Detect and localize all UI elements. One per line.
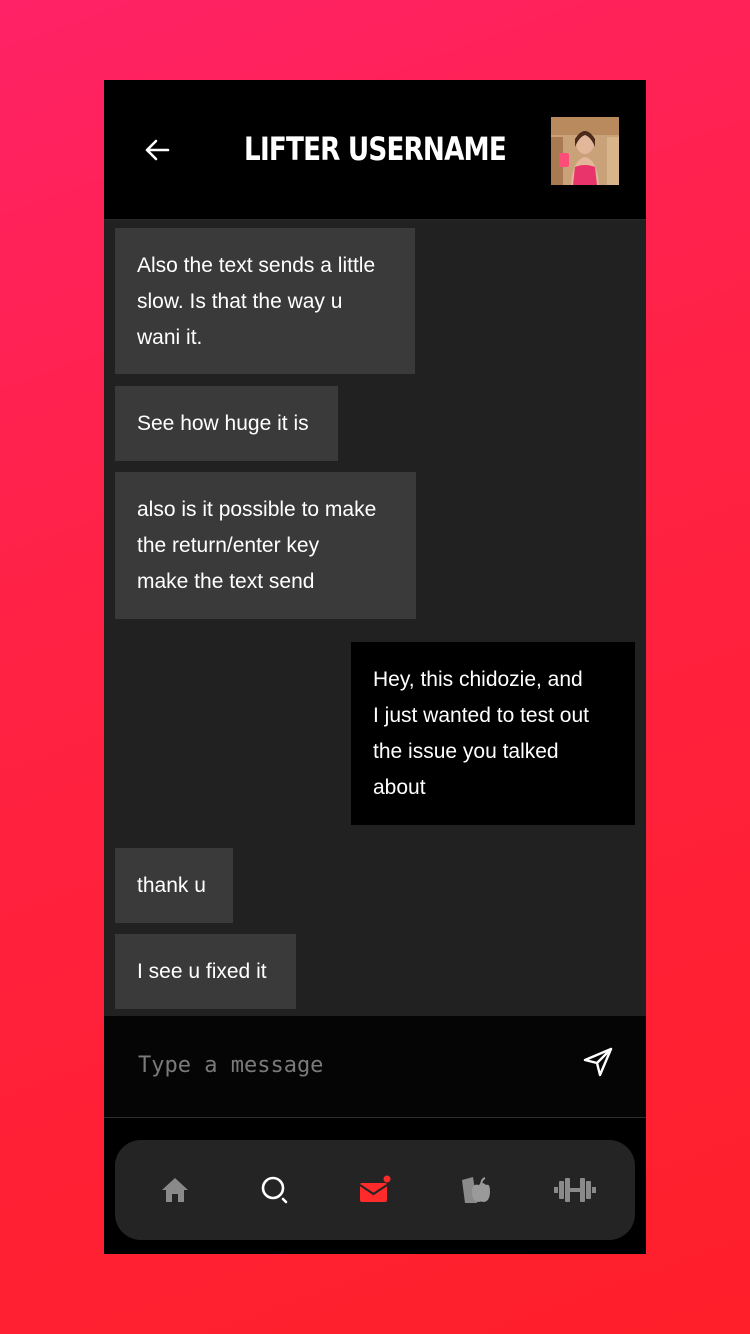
message-bubble-incoming: I see u fixed it bbox=[115, 934, 296, 1009]
message-bubble-incoming: thank u bbox=[115, 848, 233, 923]
message-input[interactable] bbox=[136, 1044, 560, 1086]
nav-item-home[interactable] bbox=[153, 1168, 197, 1212]
avatar-image bbox=[551, 117, 619, 185]
nav-item-workouts[interactable] bbox=[553, 1168, 597, 1212]
home-icon bbox=[162, 1178, 188, 1202]
message-list: Also the text sends a little slow. Is th… bbox=[104, 220, 646, 1016]
avatar[interactable] bbox=[551, 117, 619, 185]
message-bubble-incoming: See how huge it is bbox=[115, 386, 338, 461]
message-bubble-incoming: also is it possible to make the return/e… bbox=[115, 472, 416, 619]
nav-item-messages[interactable] bbox=[353, 1168, 397, 1212]
message-bubble-outgoing: Hey, this chidozie, and I just wanted to… bbox=[351, 642, 635, 825]
apple-icon bbox=[462, 1177, 490, 1203]
nav-item-search[interactable] bbox=[253, 1168, 297, 1212]
send-icon bbox=[583, 1047, 613, 1077]
send-button[interactable] bbox=[578, 1042, 618, 1082]
nav-item-nutrition[interactable] bbox=[453, 1168, 497, 1212]
page-title: LIFTER USERNAME bbox=[244, 130, 507, 168]
mail-icon bbox=[359, 1175, 391, 1202]
search-icon bbox=[261, 1176, 288, 1204]
chat-header: LIFTER USERNAME bbox=[104, 80, 646, 220]
unread-badge bbox=[383, 1175, 391, 1183]
message-bubble-incoming: Also the text sends a little slow. Is th… bbox=[115, 228, 415, 374]
dumbbell-icon bbox=[554, 1178, 596, 1202]
bottom-nav-bar bbox=[115, 1140, 635, 1240]
message-composer bbox=[104, 1016, 646, 1118]
phone-screen: LIFTER USERNAME Also the text sends a li… bbox=[104, 80, 646, 1254]
